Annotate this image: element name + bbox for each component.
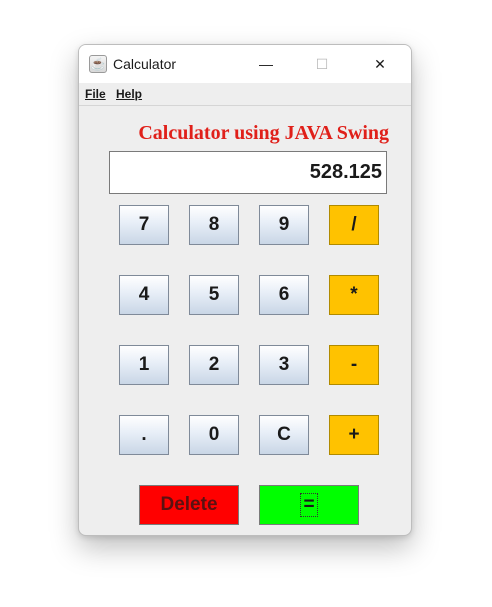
page-title: Calculator using JAVA Swing	[138, 122, 389, 144]
clear-button[interactable]: C	[259, 415, 309, 455]
key-8[interactable]: 8	[189, 205, 239, 245]
key-4[interactable]: 4	[119, 275, 169, 315]
maximize-button[interactable]: ☐	[299, 45, 345, 83]
result-display[interactable]: 528.125	[109, 151, 387, 194]
key-9[interactable]: 9	[259, 205, 309, 245]
close-button[interactable]: ✕	[357, 45, 403, 83]
title-bar[interactable]: ☕ Calculator — ☐ ✕	[79, 45, 411, 83]
menu-bar: File Help	[79, 83, 411, 106]
menu-help[interactable]: Help	[116, 87, 142, 101]
equals-label: =	[300, 493, 318, 517]
minimize-button[interactable]: —	[243, 45, 289, 83]
key-5[interactable]: 5	[189, 275, 239, 315]
delete-button[interactable]: Delete	[139, 485, 239, 525]
menu-file[interactable]: File	[85, 87, 106, 101]
key-3[interactable]: 3	[259, 345, 309, 385]
divide-button[interactable]: /	[329, 205, 379, 245]
decimal-point-button[interactable]: .	[119, 415, 169, 455]
subtract-button[interactable]: -	[329, 345, 379, 385]
key-7[interactable]: 7	[119, 205, 169, 245]
key-0[interactable]: 0	[189, 415, 239, 455]
calculator-window: ☕ Calculator — ☐ ✕ File Help Calculator …	[78, 44, 412, 536]
window-title: Calculator	[113, 56, 177, 72]
java-coffee-cup-icon: ☕	[89, 55, 107, 73]
key-6[interactable]: 6	[259, 275, 309, 315]
key-1[interactable]: 1	[119, 345, 169, 385]
equals-button[interactable]: =	[259, 485, 359, 525]
add-button[interactable]: +	[329, 415, 379, 455]
key-2[interactable]: 2	[189, 345, 239, 385]
multiply-button[interactable]: *	[329, 275, 379, 315]
